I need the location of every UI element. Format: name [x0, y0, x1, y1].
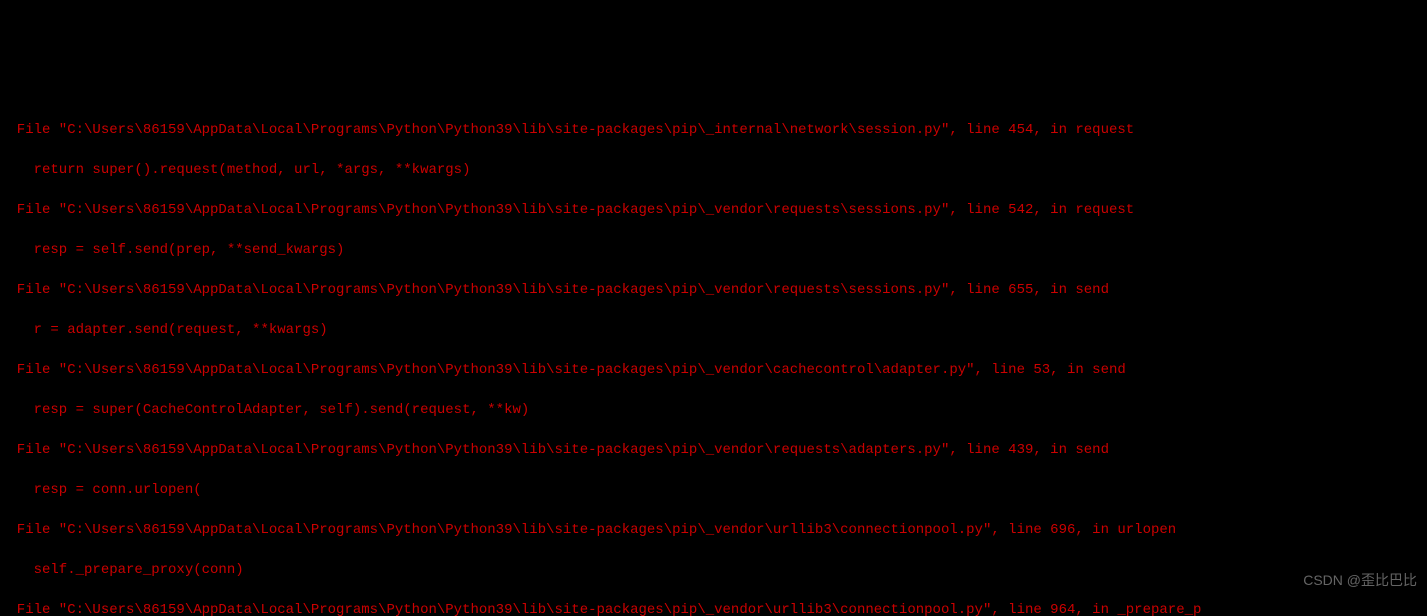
traceback-line: resp = conn.urlopen(	[0, 480, 1427, 500]
traceback-line: r = adapter.send(request, **kwargs)	[0, 320, 1427, 340]
traceback-line: File "C:\Users\86159\AppData\Local\Progr…	[0, 600, 1427, 616]
traceback-line: return super().request(method, url, *arg…	[0, 160, 1427, 180]
traceback-line: File "C:\Users\86159\AppData\Local\Progr…	[0, 200, 1427, 220]
traceback-line: File "C:\Users\86159\AppData\Local\Progr…	[0, 280, 1427, 300]
traceback-line: File "C:\Users\86159\AppData\Local\Progr…	[0, 440, 1427, 460]
traceback-line: File "C:\Users\86159\AppData\Local\Progr…	[0, 120, 1427, 140]
traceback-line: resp = self.send(prep, **send_kwargs)	[0, 240, 1427, 260]
traceback-line: File "C:\Users\86159\AppData\Local\Progr…	[0, 520, 1427, 540]
traceback-line: self._prepare_proxy(conn)	[0, 560, 1427, 580]
terminal-output[interactable]: File "C:\Users\86159\AppData\Local\Progr…	[0, 100, 1427, 616]
traceback-line: File "C:\Users\86159\AppData\Local\Progr…	[0, 360, 1427, 380]
traceback-line: resp = super(CacheControlAdapter, self).…	[0, 400, 1427, 420]
